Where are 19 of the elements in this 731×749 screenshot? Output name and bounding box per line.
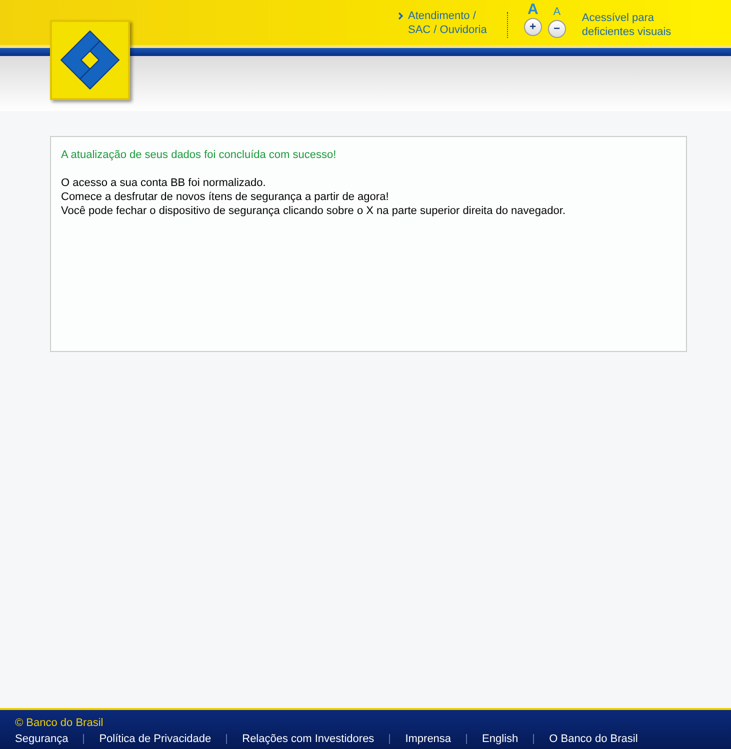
success-message: A atualização de seus dados foi concluída com sucesso! <box>61 148 338 162</box>
decrease-font-button[interactable]: − <box>548 20 566 38</box>
footer-link[interactable]: Política de Privacidade <box>99 732 212 746</box>
letter-size-label: A <box>527 2 538 18</box>
letter-size-label: A <box>553 5 561 20</box>
message-text: O acesso a sua conta BB foi normalizado. <box>61 176 267 190</box>
footer-link[interactable]: O Banco do Brasil <box>549 732 638 746</box>
footer-link[interactable]: Segurança <box>15 732 68 746</box>
message-text: Você pode fechar o dispositivo de segurança clicando sobre o X na parte superior direita do navegador. <box>61 204 566 218</box>
accessibility-link[interactable]: Acessível para deficientes visuais <box>582 11 672 39</box>
chevron-icon <box>398 12 404 20</box>
copyright-text: © Banco do Brasil <box>15 716 104 730</box>
footer-link[interactable]: English <box>482 732 518 746</box>
increase-font-button[interactable]: + <box>524 18 542 36</box>
message-text: Comece a desfrutar de novos ítens de segurança a partir de agora! <box>61 190 390 204</box>
footer-link[interactable]: Relações com Investidores <box>242 732 374 746</box>
service-link[interactable]: Atendimento / SAC / Ouvidoria <box>408 9 487 37</box>
logo-icon[interactable] <box>50 20 130 100</box>
footer-link[interactable]: Imprensa <box>405 732 452 746</box>
